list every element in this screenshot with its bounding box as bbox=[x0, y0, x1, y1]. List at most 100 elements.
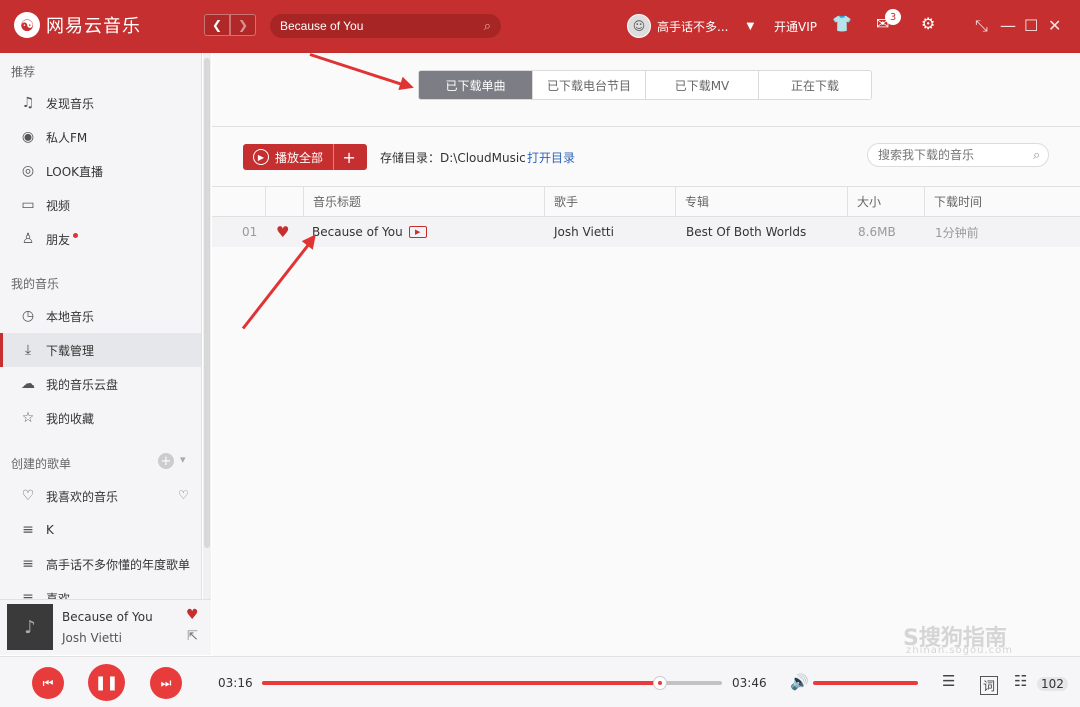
sidebar-item-video[interactable]: ▭ 视频 bbox=[0, 188, 201, 222]
mv-icon[interactable]: ▶ bbox=[408, 226, 427, 238]
friends-icon: ♙ bbox=[21, 231, 35, 247]
skin-icon[interactable]: 👕 bbox=[832, 14, 852, 33]
sidebar-item-cloud-disk[interactable]: ☁ 我的音乐云盘 bbox=[0, 367, 201, 401]
playlist-queue-icon[interactable]: ☷ bbox=[1014, 672, 1027, 690]
music-note-icon: ♫ bbox=[21, 95, 35, 111]
sidebar-item-downloads[interactable]: ⤓ 下载管理 bbox=[0, 333, 201, 367]
now-playing-artist[interactable]: Josh Vietti bbox=[62, 631, 122, 645]
now-playing-mini[interactable]: ♪ Because of You Josh Vietti ♥ ⇱ bbox=[0, 599, 211, 655]
cloud-icon: ☁ bbox=[21, 376, 35, 392]
global-search[interactable]: ⌕ bbox=[270, 14, 501, 38]
playlist-icon: ≡ bbox=[22, 590, 34, 599]
chevron-down-icon[interactable]: ▾ bbox=[180, 453, 186, 466]
search-icon[interactable]: ⌕ bbox=[484, 19, 491, 34]
sidebar-section-title: 创建的歌单 bbox=[11, 457, 72, 471]
sidebar-scrollbar[interactable] bbox=[203, 53, 211, 599]
sidebar-item-playlist[interactable]: ≡ 高手话不多你懂的年度歌单 bbox=[0, 547, 201, 581]
share-icon[interactable]: ⇱ bbox=[187, 629, 198, 644]
progress-fill bbox=[262, 681, 660, 685]
song-album[interactable]: Best Of Both Worlds bbox=[686, 217, 806, 247]
user-menu[interactable]: ☺ 高手话不多... ▼ bbox=[627, 14, 754, 38]
album-cover[interactable]: ♪ bbox=[7, 604, 53, 650]
column-title[interactable]: 音乐标题 bbox=[303, 187, 544, 216]
sidebar-section-title: 我的音乐 bbox=[11, 277, 60, 291]
avatar[interactable]: ☺ bbox=[627, 14, 651, 38]
sidebar-item-favorites[interactable]: ☆ 我的收藏 bbox=[0, 401, 201, 435]
add-playlist-icon[interactable]: + bbox=[158, 453, 174, 469]
like-button[interactable]: ♥ bbox=[276, 217, 289, 247]
sidebar-item-discover[interactable]: ♫ 发现音乐 bbox=[0, 86, 201, 120]
main-content: 已下载单曲 已下载电台节目 已下载MV 正在下载 ▶ 播放全部 + 存储目录：D… bbox=[212, 53, 1080, 656]
heart-filled-icon[interactable]: ♥ bbox=[186, 607, 199, 623]
lyrics-button[interactable]: 词 bbox=[980, 676, 999, 695]
sidebar-item-label: 视频 bbox=[46, 198, 71, 213]
sidebar-item-playlist[interactable]: ≡ 喜欢 bbox=[0, 581, 201, 599]
player-bar: ⏮ ❚❚ ⏭ 03:16 03:46 🔊 ☰ 词 ☷ 102 bbox=[0, 656, 1080, 707]
tab-downloaded-radio[interactable]: 已下载电台节目 bbox=[532, 71, 645, 99]
storage-path: 存储目录：D:\CloudMusic bbox=[380, 151, 526, 165]
global-search-input[interactable] bbox=[280, 19, 484, 33]
pause-button[interactable]: ❚❚ bbox=[88, 664, 125, 701]
heartbeat-mode-icon[interactable]: ♡ bbox=[178, 488, 189, 502]
sidebar: 推荐 ♫ 发现音乐 ◉ 私人FM ◎ LOOK直播 ▭ 视频 ♙ 朋友 我的音乐 ◷ 本地音… bbox=[0, 53, 202, 599]
column-size[interactable]: 大小 bbox=[847, 187, 924, 216]
sidebar-item-label: 私人FM bbox=[46, 130, 88, 145]
now-playing-title[interactable]: Because of You bbox=[62, 610, 153, 624]
progress-slider[interactable] bbox=[262, 676, 722, 690]
pause-icon: ❚❚ bbox=[94, 674, 119, 691]
app-logo[interactable]: ☯ 网易云音乐 bbox=[14, 12, 141, 38]
sidebar-item-friends[interactable]: ♙ 朋友 bbox=[0, 222, 201, 256]
tab-downloading[interactable]: 正在下载 bbox=[758, 71, 871, 99]
song-download-time: 1分钟前 bbox=[935, 225, 979, 240]
song-title: Because of You bbox=[312, 225, 403, 239]
settings-icon[interactable]: ⚙ bbox=[921, 14, 935, 33]
watermark-url: zhinan.sogou.com bbox=[906, 645, 1014, 656]
sidebar-item-label: 本地音乐 bbox=[46, 309, 95, 324]
progress-handle[interactable] bbox=[652, 676, 667, 690]
tab-downloaded-mv[interactable]: 已下载MV bbox=[645, 71, 758, 99]
minimize-icon[interactable]: — bbox=[1000, 16, 1016, 35]
sidebar-item-local-music[interactable]: ◷ 本地音乐 bbox=[0, 299, 201, 333]
local-search[interactable]: ⌕ bbox=[867, 143, 1049, 167]
sidebar-item-label: 朋友 bbox=[46, 232, 71, 247]
column-album[interactable]: 专辑 bbox=[675, 187, 847, 216]
app-window: ☯ 网易云音乐 ❮ ❯ ⌕ ☺ 高手话不多... ▼ 开通VIP 👕 ✉ 3 ⚙… bbox=[0, 0, 1080, 707]
sidebar-item-playlist[interactable]: ≡ K bbox=[0, 513, 201, 547]
table-row[interactable]: 01 ♥ Because of You ▶ Josh Vietti Best Of… bbox=[212, 217, 1080, 247]
close-icon[interactable]: ✕ bbox=[1048, 16, 1061, 35]
mini-mode-icon[interactable]: ⤡ bbox=[975, 16, 988, 36]
sidebar-item-label: 我喜欢的音乐 bbox=[46, 489, 119, 504]
username[interactable]: 高手话不多... bbox=[657, 18, 728, 35]
song-title-cell[interactable]: Because of You ▶ bbox=[312, 217, 427, 247]
sidebar-item-liked-music[interactable]: ♡ 我喜欢的音乐 bbox=[0, 479, 201, 513]
tab-downloaded-songs[interactable]: 已下载单曲 bbox=[419, 71, 532, 99]
back-button[interactable]: ❮ bbox=[204, 14, 230, 36]
play-all-button[interactable]: ▶ 播放全部 + bbox=[243, 144, 367, 170]
column-artist[interactable]: 歌手 bbox=[544, 187, 675, 216]
netease-logo-icon: ☯ bbox=[14, 12, 40, 38]
notification-dot bbox=[73, 232, 79, 238]
chevron-right-icon: ❯ bbox=[237, 18, 249, 32]
play-mode-icon[interactable]: ☰ bbox=[942, 672, 955, 690]
open-directory-link[interactable]: 打开目录 bbox=[527, 149, 575, 166]
playlist-icon: ≡ bbox=[22, 522, 34, 538]
forward-button[interactable]: ❯ bbox=[230, 14, 256, 36]
search-icon[interactable]: ⌕ bbox=[1033, 148, 1040, 163]
history-nav: ❮ ❯ bbox=[204, 14, 256, 36]
caret-down-icon[interactable]: ▼ bbox=[746, 21, 754, 32]
column-download-time[interactable]: 下载时间 bbox=[924, 187, 1080, 216]
local-search-input[interactable] bbox=[878, 148, 1033, 162]
add-to-queue-icon[interactable]: + bbox=[334, 148, 364, 167]
previous-button[interactable]: ⏮ bbox=[32, 667, 64, 699]
maximize-icon[interactable]: ☐ bbox=[1024, 16, 1038, 35]
sidebar-item-look-live[interactable]: ◎ LOOK直播 bbox=[0, 154, 201, 188]
volume-slider[interactable] bbox=[813, 681, 918, 685]
sidebar-item-label: 下载管理 bbox=[46, 343, 95, 358]
next-button[interactable]: ⏭ bbox=[150, 667, 182, 699]
vip-button[interactable]: 开通VIP bbox=[774, 18, 817, 35]
volume-icon[interactable]: 🔊 bbox=[790, 673, 809, 691]
sidebar-item-fm[interactable]: ◉ 私人FM bbox=[0, 120, 201, 154]
song-artist[interactable]: Josh Vietti bbox=[554, 217, 614, 247]
scrollbar-thumb[interactable] bbox=[204, 58, 210, 548]
heart-filled-icon: ♥ bbox=[276, 223, 290, 241]
